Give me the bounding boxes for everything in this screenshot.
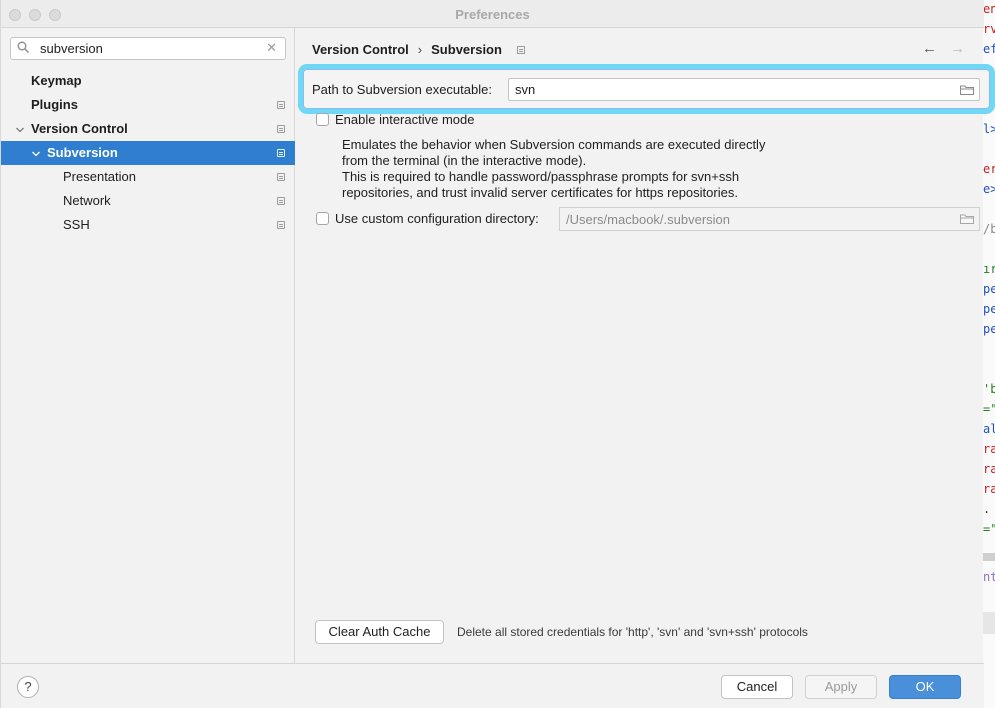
- editor-code-line: en: [983, 2, 995, 16]
- svn-path-value: svn: [515, 82, 536, 97]
- sidebar-item-presentation[interactable]: Presentation: [1, 165, 295, 189]
- search-input[interactable]: subversion ✕: [10, 37, 286, 60]
- sidebar-item-plugins[interactable]: Plugins: [1, 93, 295, 117]
- editor-band: [982, 612, 995, 634]
- help-button[interactable]: ?: [17, 676, 39, 698]
- editor-code-line: ef: [983, 42, 995, 56]
- breadcrumb: Version Control › Subversion: [312, 42, 502, 57]
- sidebar-item-network[interactable]: Network: [1, 189, 295, 213]
- chevron-down-icon[interactable]: [31, 147, 41, 157]
- editor-code-line: e>: [983, 182, 995, 196]
- page-settings-icon: [277, 221, 285, 229]
- editor-code-line: .: [983, 502, 991, 516]
- sidebar-item-label: SSH: [63, 217, 90, 232]
- cancel-button[interactable]: Cancel: [721, 675, 793, 699]
- page-settings-icon: [277, 173, 285, 181]
- folder-browse-icon[interactable]: [960, 214, 974, 224]
- clear-auth-hint: Delete all stored credentials for 'http'…: [457, 625, 808, 639]
- editor-scrollbar[interactable]: [982, 553, 995, 561]
- breadcrumb-current: Subversion: [431, 42, 502, 57]
- custom-dir-checkbox[interactable]: [316, 212, 329, 225]
- editor-code-line: ra: [983, 462, 995, 476]
- editor-code-line: alu: [983, 422, 995, 436]
- editor-code-line: er: [983, 162, 995, 176]
- description-line-4: repositories, and trust invalid server c…: [342, 185, 738, 200]
- forward-arrow-icon[interactable]: →: [950, 40, 965, 57]
- settings-sidebar: subversion ✕ Keymap Plugins Version Contro…: [1, 28, 295, 663]
- editor-code-line: ırn: [983, 262, 995, 276]
- apply-button[interactable]: Apply: [805, 675, 877, 699]
- editor-code-line: nt: [983, 570, 995, 584]
- breadcrumb-separator: ›: [417, 42, 423, 57]
- clear-auth-cache-button[interactable]: Clear Auth Cache: [315, 620, 444, 644]
- breadcrumb-parent[interactable]: Version Control: [312, 42, 409, 57]
- title-bar: Preferences: [1, 0, 984, 28]
- chevron-down-icon[interactable]: [15, 123, 25, 133]
- editor-code-line: pe: [983, 302, 995, 316]
- custom-dir-input[interactable]: /Users/macbook/.subversion: [559, 207, 980, 231]
- description-line-3: This is required to handle password/pass…: [342, 169, 740, 184]
- editor-code-line: pe: [983, 282, 995, 296]
- sidebar-item-label: Presentation: [63, 169, 136, 184]
- preferences-window: Preferences subversion ✕ Keymap Plugins Ve…: [0, 0, 995, 708]
- editor-code-line: l>: [983, 122, 995, 136]
- editor-code-line: rv: [983, 22, 995, 36]
- editor-code-line: ra: [983, 442, 995, 456]
- sidebar-item-label: Network: [63, 193, 111, 208]
- back-arrow-icon[interactable]: ←: [922, 40, 937, 57]
- description-line-2: from the terminal (in the interactive mo…: [342, 153, 587, 168]
- page-settings-icon: [277, 125, 285, 133]
- page-settings-icon: [277, 101, 285, 109]
- sidebar-item-label: Subversion: [47, 145, 118, 160]
- page-settings-icon: [277, 197, 285, 205]
- editor-code-line: =": [983, 402, 995, 416]
- editor-code-line: =": [983, 522, 995, 536]
- svn-path-input[interactable]: svn: [508, 78, 980, 101]
- editor-code-line: pe: [983, 322, 995, 336]
- sidebar-item-keymap[interactable]: Keymap: [1, 69, 295, 93]
- editor-code-line: 'bt: [983, 382, 995, 396]
- interactive-mode-checkbox[interactable]: [316, 113, 329, 126]
- sidebar-item-subversion[interactable]: Subversion: [1, 141, 295, 165]
- sidebar-item-version-control[interactable]: Version Control: [1, 117, 295, 141]
- custom-dir-value: /Users/macbook/.subversion: [566, 212, 731, 227]
- clear-search-icon[interactable]: ✕: [266, 40, 277, 56]
- page-settings-icon: [517, 46, 525, 54]
- folder-browse-icon[interactable]: [960, 85, 974, 95]
- sidebar-item-label: Plugins: [31, 97, 78, 112]
- sidebar-item-label: Keymap: [31, 73, 82, 88]
- sidebar-item-label: Version Control: [31, 121, 128, 136]
- window-title: Preferences: [455, 7, 530, 22]
- path-label: Path to Subversion executable:: [312, 82, 492, 97]
- editor-code-line: ra: [983, 482, 995, 496]
- editor-code-line: /bo: [983, 222, 995, 236]
- interactive-mode-label: Enable interactive mode: [335, 112, 475, 127]
- page-settings-icon: [277, 149, 285, 157]
- search-icon: [17, 41, 29, 53]
- description-line-1: Emulates the behavior when Subversion co…: [342, 137, 766, 152]
- sidebar-item-ssh[interactable]: SSH: [1, 213, 295, 237]
- ok-button[interactable]: OK: [889, 675, 961, 699]
- custom-dir-label: Use custom configuration directory:: [335, 211, 539, 226]
- search-value: subversion: [40, 41, 103, 56]
